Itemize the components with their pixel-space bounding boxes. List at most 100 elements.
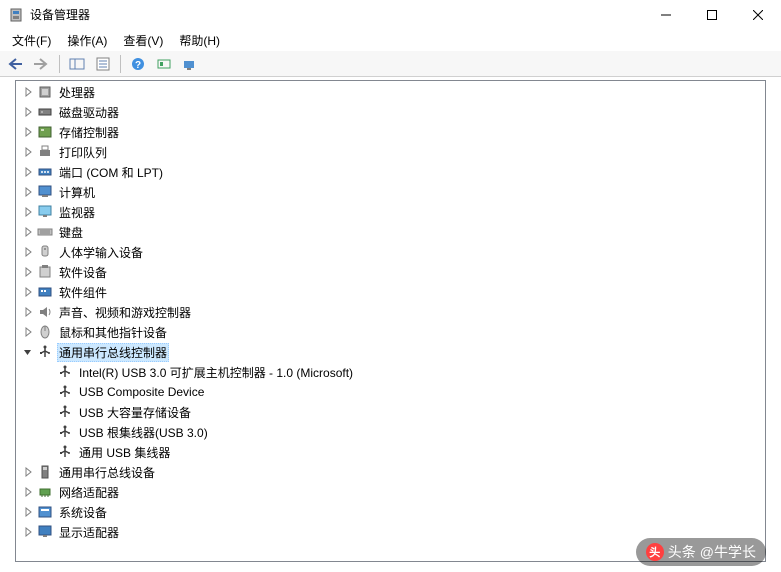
usb-icon — [37, 344, 53, 360]
monitor-icon — [37, 204, 53, 220]
hid-icon — [37, 244, 53, 260]
tree-item-label: 鼠标和其他指针设备 — [57, 323, 169, 342]
usb-device-icon — [37, 464, 53, 480]
chevron-right-icon[interactable] — [21, 305, 35, 319]
tree-item-label: 磁盘驱动器 — [57, 103, 121, 122]
audio-icon — [37, 304, 53, 320]
tree-category[interactable]: 系统设备 — [17, 502, 764, 522]
tree-category[interactable]: 人体学输入设备 — [17, 242, 764, 262]
tree-category[interactable]: 端口 (COM 和 LPT) — [17, 162, 764, 182]
chevron-right-icon[interactable] — [21, 485, 35, 499]
tree-item-label: 处理器 — [57, 83, 97, 102]
cpu-icon — [37, 84, 53, 100]
menubar: 文件(F) 操作(A) 查看(V) 帮助(H) — [0, 30, 781, 51]
menu-action[interactable]: 操作(A) — [59, 30, 115, 51]
usb-icon — [57, 444, 73, 460]
tree-item-label: 打印队列 — [57, 143, 109, 162]
tree-device[interactable]: USB 大容量存储设备 — [17, 402, 764, 422]
chevron-right-icon[interactable] — [21, 165, 35, 179]
chevron-right-icon[interactable] — [21, 465, 35, 479]
watermark: 头 头条 @牛学长 — [636, 538, 766, 566]
chevron-right-icon[interactable] — [21, 245, 35, 259]
component-icon — [37, 284, 53, 300]
tree-item-label: 计算机 — [57, 183, 97, 202]
scan-hardware-button[interactable] — [178, 53, 202, 75]
tree-device[interactable]: 通用 USB 集线器 — [17, 442, 764, 462]
printer-icon — [37, 144, 53, 160]
tree-category[interactable]: 键盘 — [17, 222, 764, 242]
tree-category[interactable]: 软件组件 — [17, 282, 764, 302]
menu-file[interactable]: 文件(F) — [4, 30, 59, 51]
mouse-icon — [37, 324, 53, 340]
maximize-button[interactable] — [689, 0, 735, 30]
menu-help[interactable]: 帮助(H) — [171, 30, 228, 51]
usb-icon — [57, 364, 73, 380]
tree-device[interactable]: USB Composite Device — [17, 382, 764, 402]
tree-category[interactable]: 鼠标和其他指针设备 — [17, 322, 764, 342]
update-driver-button[interactable] — [152, 53, 176, 75]
toolbar: ? — [0, 51, 781, 77]
usb-icon — [57, 424, 73, 440]
chevron-right-icon[interactable] — [21, 285, 35, 299]
display-icon — [37, 524, 53, 540]
close-button[interactable] — [735, 0, 781, 30]
forward-button[interactable] — [30, 53, 54, 75]
tree-device[interactable]: USB 根集线器(USB 3.0) — [17, 422, 764, 442]
chevron-right-icon[interactable] — [21, 325, 35, 339]
chevron-right-icon[interactable] — [21, 225, 35, 239]
tree-category[interactable]: 打印队列 — [17, 142, 764, 162]
usb-icon — [57, 404, 73, 420]
tree-category[interactable]: 磁盘驱动器 — [17, 102, 764, 122]
tree-spacer — [41, 405, 55, 419]
software-icon — [37, 264, 53, 280]
tree-item-label: 软件设备 — [57, 263, 109, 282]
tree-item-label: 监视器 — [57, 203, 97, 222]
tree-item-label: 系统设备 — [57, 503, 109, 522]
tree-category[interactable]: 监视器 — [17, 202, 764, 222]
show-hide-console-button[interactable] — [65, 53, 89, 75]
chevron-right-icon[interactable] — [21, 205, 35, 219]
tree-device[interactable]: Intel(R) USB 3.0 可扩展主机控制器 - 1.0 (Microso… — [17, 362, 764, 382]
tree-category[interactable]: 网络适配器 — [17, 482, 764, 502]
chevron-down-icon[interactable] — [21, 345, 35, 359]
tree-item-label: Intel(R) USB 3.0 可扩展主机控制器 - 1.0 (Microso… — [77, 363, 355, 382]
tree-item-label: USB 大容量存储设备 — [77, 403, 193, 422]
device-tree[interactable]: 处理器磁盘驱动器存储控制器打印队列端口 (COM 和 LPT)计算机监视器键盘人… — [17, 82, 764, 560]
menu-view[interactable]: 查看(V) — [115, 30, 171, 51]
tree-category[interactable]: 声音、视频和游戏控制器 — [17, 302, 764, 322]
tree-item-label: 通用串行总线控制器 — [57, 343, 169, 362]
properties-button[interactable] — [91, 53, 115, 75]
disk-icon — [37, 104, 53, 120]
chevron-right-icon[interactable] — [21, 505, 35, 519]
tree-spacer — [41, 425, 55, 439]
tree-category[interactable]: 处理器 — [17, 82, 764, 102]
svg-text:?: ? — [135, 60, 141, 71]
chevron-right-icon[interactable] — [21, 185, 35, 199]
chevron-right-icon[interactable] — [21, 145, 35, 159]
chevron-right-icon[interactable] — [21, 125, 35, 139]
tree-category[interactable]: 通用串行总线设备 — [17, 462, 764, 482]
chevron-right-icon[interactable] — [21, 85, 35, 99]
chevron-right-icon[interactable] — [21, 265, 35, 279]
back-button[interactable] — [4, 53, 28, 75]
tree-category[interactable]: 计算机 — [17, 182, 764, 202]
usb-icon — [57, 384, 73, 400]
minimize-button[interactable] — [643, 0, 689, 30]
help-button[interactable]: ? — [126, 53, 150, 75]
computer-icon — [37, 184, 53, 200]
chevron-right-icon[interactable] — [21, 105, 35, 119]
tree-item-label: USB 根集线器(USB 3.0) — [77, 423, 210, 442]
content-pane: 处理器磁盘驱动器存储控制器打印队列端口 (COM 和 LPT)计算机监视器键盘人… — [15, 80, 766, 562]
chevron-right-icon[interactable] — [21, 525, 35, 539]
tree-category[interactable]: 存储控制器 — [17, 122, 764, 142]
window-title: 设备管理器 — [30, 6, 643, 23]
tree-category[interactable]: 通用串行总线控制器 — [17, 342, 764, 362]
tree-category[interactable]: 软件设备 — [17, 262, 764, 282]
watermark-icon: 头 — [646, 543, 664, 561]
window-controls — [643, 0, 781, 30]
app-icon — [8, 7, 24, 23]
tree-item-label: 通用 USB 集线器 — [77, 443, 172, 462]
tree-item-label: 端口 (COM 和 LPT) — [57, 163, 165, 182]
tree-item-label: 通用串行总线设备 — [57, 463, 157, 482]
tree-item-label: USB Composite Device — [77, 384, 206, 400]
